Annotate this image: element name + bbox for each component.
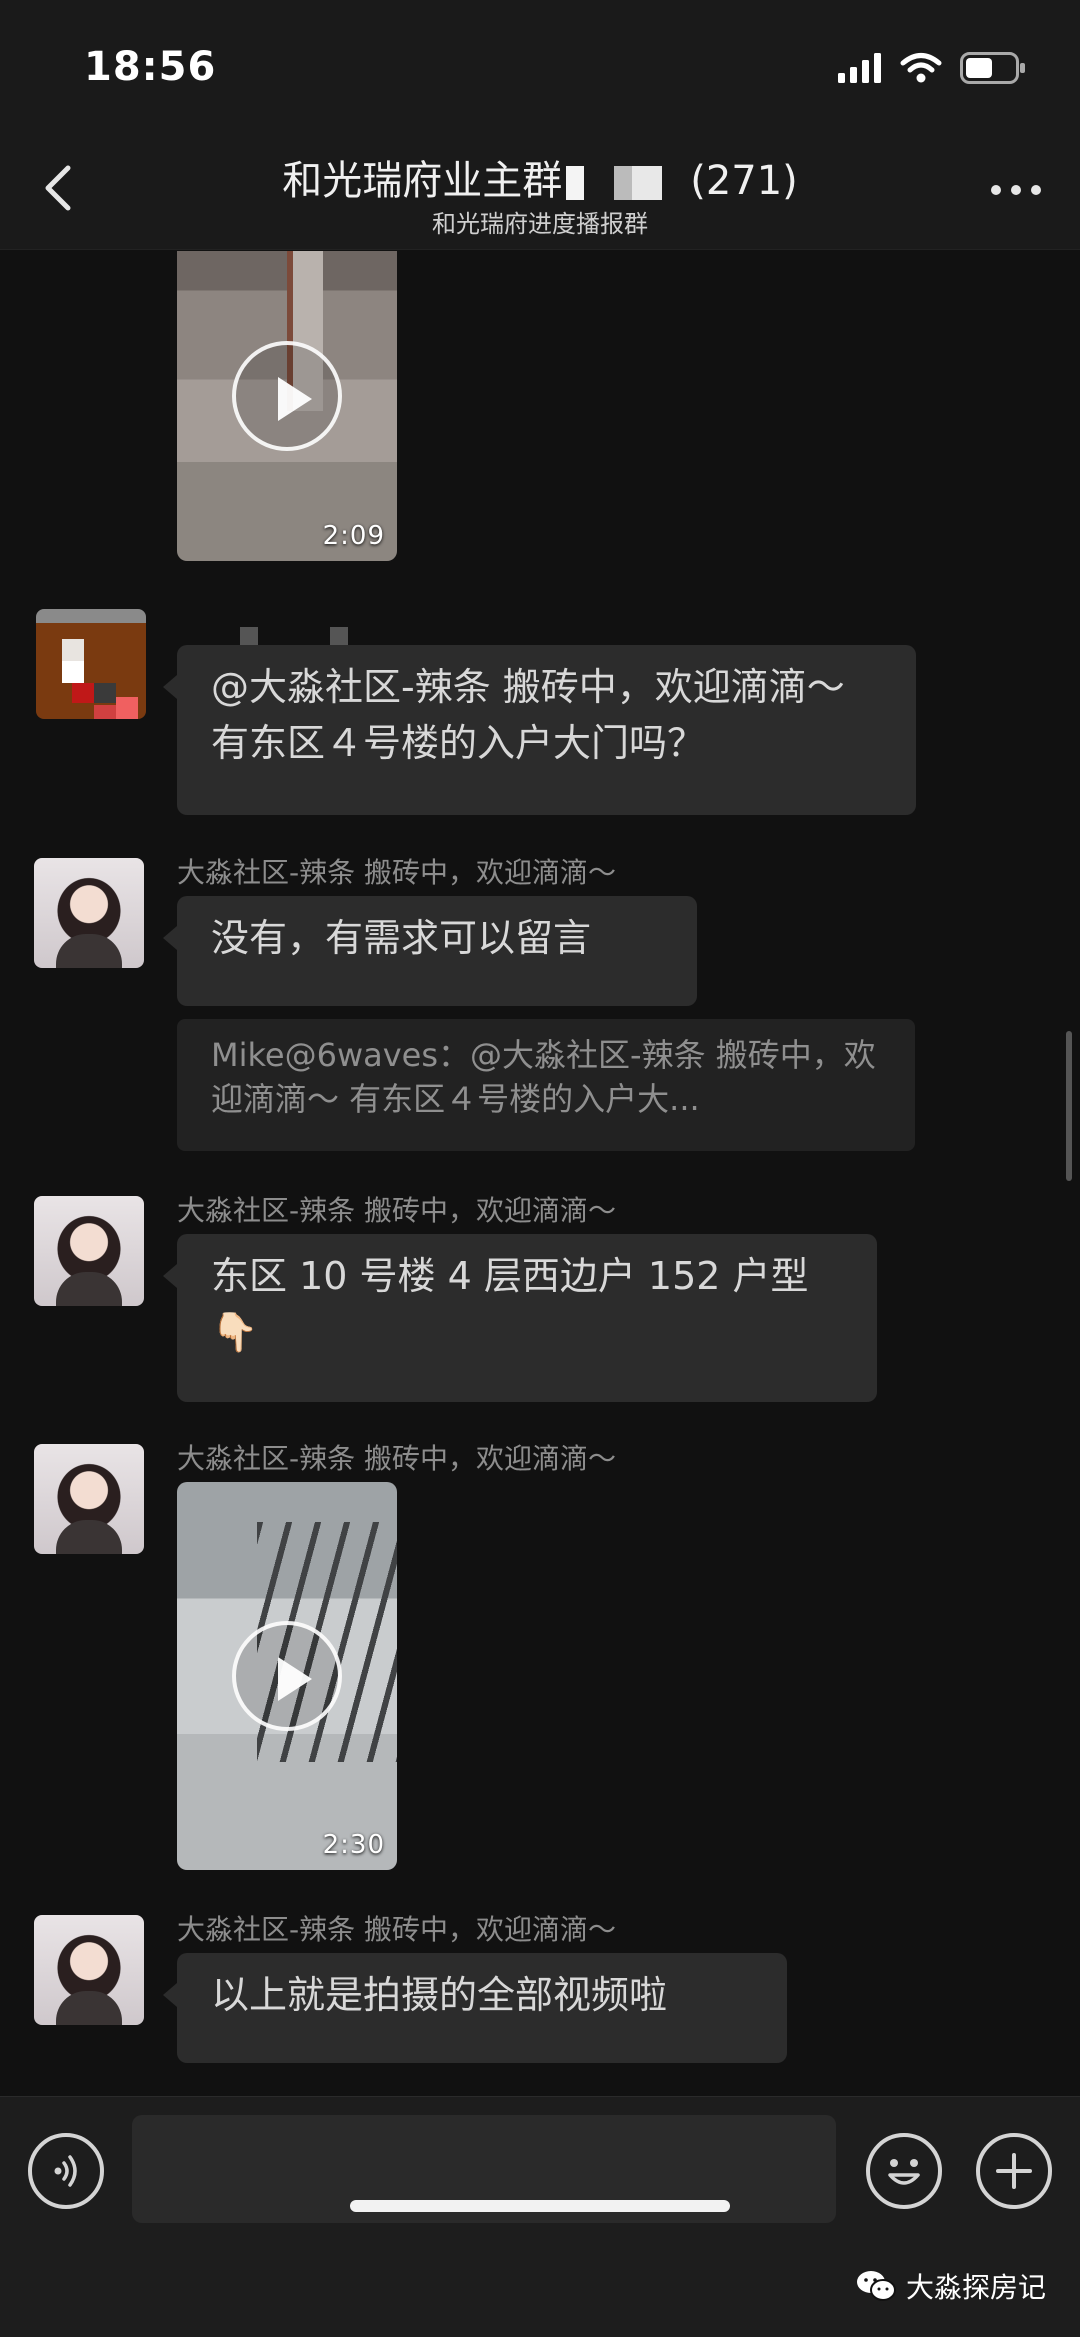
status-time: 18:56 xyxy=(84,44,217,90)
wechat-icon xyxy=(856,2271,896,2301)
home-indicator[interactable] xyxy=(350,2200,730,2212)
avatar[interactable] xyxy=(36,609,146,719)
redacted-name xyxy=(566,166,687,200)
message-text: @大淼社区-辣条 搬砖中，欢迎滴滴～ 有东区４号楼的入户大门吗？ xyxy=(211,665,845,765)
play-icon[interactable] xyxy=(232,341,342,451)
message-bubble[interactable]: @大淼社区-辣条 搬砖中，欢迎滴滴～ 有东区４号楼的入户大门吗？ xyxy=(163,645,916,815)
sender-name-redacted xyxy=(240,627,360,647)
chat-title[interactable]: 和光瑞府业主群 (271) xyxy=(0,148,1080,206)
battery-icon xyxy=(960,52,1025,84)
emoji-button[interactable] xyxy=(866,2133,942,2209)
watermark: 大淼探房记 xyxy=(856,2266,1046,2306)
sender-name: 大淼社区-辣条 搬砖中，欢迎滴滴～ xyxy=(177,856,617,889)
message-text: 东区 10 号楼 4 层西边户 152 户型 xyxy=(211,1254,809,1298)
avatar[interactable] xyxy=(34,1196,144,1306)
sender-name: 大淼社区-辣条 搬砖中，欢迎滴滴～ xyxy=(177,1913,617,1946)
wifi-icon xyxy=(900,53,942,83)
member-count: (271) xyxy=(690,158,798,204)
voice-icon xyxy=(54,2155,77,2187)
chat-messages[interactable]: 2:09 @大淼社区-辣条 搬砖中，欢迎滴滴～ 有东区４号楼的入户大门吗？ 大淼… xyxy=(0,251,1080,2096)
message-bubble[interactable]: 没有，有需求可以留言 xyxy=(163,896,697,1006)
avatar[interactable] xyxy=(34,1444,144,1554)
message-bubble[interactable]: 以上就是拍摄的全部视频啦 xyxy=(163,1953,787,2063)
status-bar: 18:56 xyxy=(0,0,1080,130)
pointing-down-emoji: 👇🏻 xyxy=(211,1310,259,1354)
chat-subtitle: 和光瑞府进度播报群 xyxy=(432,210,648,238)
message-bubble[interactable]: 东区 10 号楼 4 层西边户 152 户型 👇🏻 xyxy=(163,1234,877,1402)
quoted-message[interactable]: Mike@6waves：@大淼社区-辣条 搬砖中，欢迎滴滴～ 有东区４号楼的入户… xyxy=(177,1019,915,1151)
video-duration: 2:30 xyxy=(322,1830,385,1860)
quote-text: Mike@6waves：@大淼社区-辣条 搬砖中，欢迎滴滴～ 有东区４号楼的入户… xyxy=(211,1036,876,1118)
message-text: 以上就是拍摄的全部视频啦 xyxy=(211,1973,668,2017)
smiley-icon xyxy=(888,2159,920,2185)
status-icons xyxy=(838,50,1026,86)
voice-input-button[interactable] xyxy=(28,2133,104,2209)
more-actions-button[interactable] xyxy=(976,2133,1052,2209)
video-message[interactable]: 2:30 xyxy=(177,1482,397,1870)
watermark-text: 大淼探房记 xyxy=(905,2271,1046,2304)
scrollbar[interactable] xyxy=(1066,1031,1072,1181)
chat-header: 和光瑞府业主群 (271) 和光瑞府进度播报群 xyxy=(0,130,1080,250)
more-icon[interactable] xyxy=(986,170,1046,210)
sender-name: 大淼社区-辣条 搬砖中，欢迎滴滴～ xyxy=(177,1194,617,1227)
cellular-signal-icon xyxy=(838,53,881,83)
video-message[interactable]: 2:09 xyxy=(177,251,397,561)
plus-icon xyxy=(996,2153,1032,2189)
message-text: 没有，有需求可以留言 xyxy=(211,916,592,960)
avatar[interactable] xyxy=(34,1915,144,2025)
video-duration: 2:09 xyxy=(322,521,385,551)
play-icon[interactable] xyxy=(232,1621,342,1731)
group-name: 和光瑞府业主群 xyxy=(282,158,563,204)
avatar[interactable] xyxy=(34,858,144,968)
sender-name: 大淼社区-辣条 搬砖中，欢迎滴滴～ xyxy=(177,1442,617,1475)
